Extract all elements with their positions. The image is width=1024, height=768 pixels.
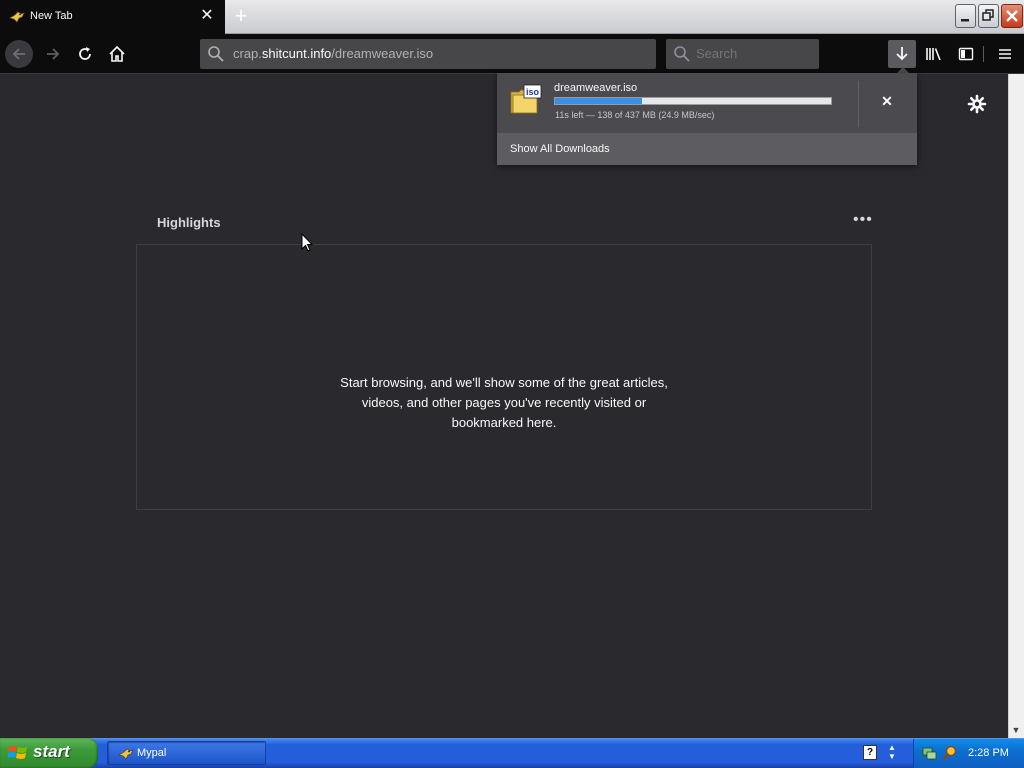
highlights-empty-box: Start browsing, and we'll show some of t… bbox=[136, 244, 872, 510]
downloads-button[interactable] bbox=[888, 40, 916, 68]
search-bar[interactable] bbox=[666, 39, 819, 69]
restore-icon bbox=[982, 9, 994, 21]
toolbar-divider bbox=[983, 46, 984, 62]
highlights-title: Highlights bbox=[157, 215, 221, 230]
highlights-more-options-button[interactable]: ••• bbox=[853, 212, 875, 232]
iso-badge-text: iso bbox=[526, 87, 540, 97]
window-close-button[interactable] bbox=[1001, 4, 1023, 28]
url-path: /dreamweaver.iso bbox=[331, 46, 434, 61]
windows-logo-icon bbox=[8, 746, 27, 759]
network-icon[interactable] bbox=[922, 745, 938, 761]
download-cancel-icon[interactable]: ✕ bbox=[877, 91, 897, 111]
mouse-cursor-icon bbox=[301, 233, 313, 252]
search-icon bbox=[674, 46, 690, 62]
downloads-panel: iso dreamweaver.iso 11s left — 138 of 43… bbox=[497, 73, 917, 165]
search-input[interactable] bbox=[696, 46, 806, 61]
help-icon[interactable]: ? bbox=[863, 745, 877, 760]
forward-button[interactable] bbox=[39, 40, 67, 68]
window-minimize-button[interactable] bbox=[955, 4, 976, 28]
start-label: start bbox=[33, 742, 70, 761]
iso-file-icon: iso bbox=[510, 84, 542, 114]
reload-icon bbox=[79, 47, 91, 60]
download-progress-bar bbox=[554, 97, 832, 105]
mypal-logo-icon bbox=[118, 748, 134, 760]
hamburger-menu-button[interactable] bbox=[991, 40, 1019, 68]
download-progress-fill bbox=[555, 98, 642, 104]
window-restore-button[interactable] bbox=[978, 4, 999, 28]
arrow-right-icon bbox=[47, 48, 60, 60]
hamburger-menu-icon bbox=[999, 49, 1011, 59]
library-button[interactable] bbox=[920, 40, 948, 68]
start-button[interactable]: start bbox=[0, 738, 98, 768]
vertical-scrollbar[interactable] bbox=[1008, 74, 1024, 738]
taskbar-item-mypal[interactable]: Mypal bbox=[107, 741, 266, 765]
download-file-name: dreamweaver.iso bbox=[554, 82, 638, 94]
tab-strip: New Tab ✕ + bbox=[0, 0, 1024, 34]
downloads-panel-footer[interactable]: Show All Downloads bbox=[497, 133, 917, 165]
download-arrow-icon bbox=[896, 47, 908, 61]
sidebar-toggle-button[interactable] bbox=[952, 40, 980, 68]
highlights-empty-message: Start browsing, and we'll show some of t… bbox=[340, 375, 668, 430]
library-icon bbox=[926, 48, 941, 61]
system-tray: 2:28 PM bbox=[913, 739, 1024, 768]
download-status: 11s left — 138 of 437 MB (24.9 MB/sec) bbox=[555, 110, 715, 120]
sidebar-icon bbox=[958, 47, 974, 61]
new-tab-button[interactable]: + bbox=[230, 5, 252, 28]
taskbar-clock: 2:28 PM bbox=[968, 747, 1009, 759]
scroll-down-arrow-icon[interactable]: ▼ bbox=[1008, 722, 1024, 738]
reload-button[interactable] bbox=[71, 40, 99, 68]
nav-toolbar: crap.shitcunt.info/dreamweaver.iso bbox=[0, 34, 1024, 74]
search-icon bbox=[208, 46, 224, 62]
show-desktop-arrows-icon[interactable]: ▲ ▼ bbox=[887, 743, 897, 763]
mypal-logo-icon bbox=[9, 11, 25, 23]
minimize-icon bbox=[961, 19, 969, 22]
download-item[interactable]: iso dreamweaver.iso 11s left — 138 of 43… bbox=[497, 73, 917, 133]
close-icon bbox=[1006, 10, 1018, 22]
url-prefix: crap. bbox=[233, 46, 262, 61]
url-domain: shitcunt.info bbox=[261, 46, 332, 61]
tab-title: New Tab bbox=[30, 10, 73, 22]
url-bar[interactable]: crap.shitcunt.info/dreamweaver.iso bbox=[200, 39, 656, 69]
download-item-separator bbox=[858, 81, 859, 127]
url-text[interactable]: crap.shitcunt.info/dreamweaver.iso bbox=[233, 46, 433, 61]
tab-new-tab[interactable]: New Tab ✕ bbox=[0, 0, 225, 34]
magnifier-icon[interactable] bbox=[942, 745, 958, 761]
arrow-left-icon bbox=[12, 48, 25, 60]
back-button[interactable] bbox=[5, 40, 33, 68]
tab-close-icon[interactable]: ✕ bbox=[199, 8, 215, 24]
gear-icon[interactable] bbox=[966, 93, 988, 115]
home-icon bbox=[109, 45, 125, 62]
taskbar-item-label: Mypal bbox=[137, 747, 167, 759]
show-all-downloads-link[interactable]: Show All Downloads bbox=[510, 143, 610, 155]
home-button[interactable] bbox=[103, 40, 131, 68]
